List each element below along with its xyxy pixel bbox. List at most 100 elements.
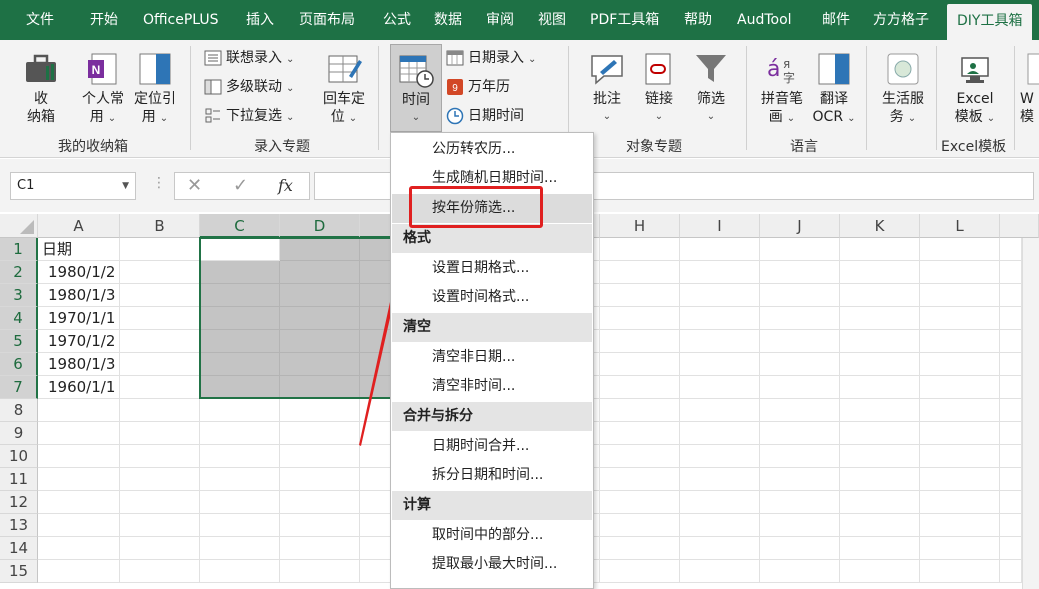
menu-item-clear-nondate[interactable]: 清空非日期...: [392, 343, 592, 372]
link-button[interactable]: 链接 ⌄: [636, 50, 682, 126]
cell[interactable]: [680, 491, 760, 514]
cell[interactable]: [600, 422, 680, 445]
cell[interactable]: [840, 560, 920, 583]
cell[interactable]: [280, 238, 360, 261]
cell[interactable]: [200, 514, 280, 537]
cell[interactable]: [1000, 353, 1022, 376]
annotate-button[interactable]: 批注 ⌄: [584, 50, 630, 126]
cell[interactable]: [280, 399, 360, 422]
cell[interactable]: [600, 537, 680, 560]
cut-off-ribbon-button[interactable]: W 模: [1020, 50, 1039, 126]
cell[interactable]: [920, 514, 1000, 537]
menu-item-lunar[interactable]: 公历转农历...: [392, 135, 592, 164]
cell[interactable]: [200, 491, 280, 514]
cell[interactable]: [760, 307, 840, 330]
cell[interactable]: [840, 468, 920, 491]
cell[interactable]: [280, 353, 360, 376]
cell[interactable]: [600, 330, 680, 353]
row-header[interactable]: 9: [0, 422, 38, 445]
cell[interactable]: 1980/1/3: [38, 284, 120, 307]
menu-item-merge-datetime[interactable]: 日期时间合并...: [392, 432, 592, 461]
cell[interactable]: [920, 238, 1000, 261]
cell[interactable]: [200, 422, 280, 445]
cell[interactable]: [120, 238, 200, 261]
cell[interactable]: [120, 353, 200, 376]
cell[interactable]: [1000, 537, 1022, 560]
cell[interactable]: [38, 537, 120, 560]
cell[interactable]: [680, 284, 760, 307]
cell[interactable]: [120, 537, 200, 560]
cell[interactable]: [200, 399, 280, 422]
row-header[interactable]: 12: [0, 491, 38, 514]
cell[interactable]: [1000, 445, 1022, 468]
assoc-input-button[interactable]: 联想录入 ⌄: [204, 46, 294, 70]
cell[interactable]: [600, 284, 680, 307]
cell[interactable]: [840, 353, 920, 376]
cell[interactable]: [120, 376, 200, 399]
tab-pdf-toolbox[interactable]: PDF工具箱: [590, 0, 659, 40]
cell[interactable]: [600, 399, 680, 422]
column-header-a[interactable]: A: [38, 214, 120, 238]
cell[interactable]: [1000, 238, 1022, 261]
cell[interactable]: [38, 422, 120, 445]
date-input-button[interactable]: 日期录入 ⌄: [446, 46, 536, 70]
column-header-j[interactable]: J: [760, 214, 840, 238]
row-header[interactable]: 14: [0, 537, 38, 560]
cell[interactable]: [840, 445, 920, 468]
cell[interactable]: [760, 353, 840, 376]
cell[interactable]: [280, 560, 360, 583]
cell[interactable]: [840, 307, 920, 330]
cell[interactable]: [280, 491, 360, 514]
cell[interactable]: [680, 399, 760, 422]
translate-button[interactable]: 翻译 OCR ⌄: [808, 50, 860, 128]
tab-file[interactable]: 文件: [26, 0, 54, 40]
row-header[interactable]: 11: [0, 468, 38, 491]
cell[interactable]: [280, 445, 360, 468]
cell[interactable]: [38, 491, 120, 514]
tab-page-layout[interactable]: 页面布局: [299, 0, 355, 40]
cell[interactable]: 1970/1/1: [38, 307, 120, 330]
cell[interactable]: [200, 353, 280, 376]
cell[interactable]: [38, 514, 120, 537]
pinyin-button[interactable]: áя字 拼音笔 画 ⌄: [756, 50, 808, 128]
cell[interactable]: [120, 284, 200, 307]
cell[interactable]: [120, 307, 200, 330]
cell[interactable]: [760, 238, 840, 261]
cell[interactable]: [280, 284, 360, 307]
cell[interactable]: [680, 468, 760, 491]
cell[interactable]: [760, 422, 840, 445]
cell[interactable]: [920, 537, 1000, 560]
menu-item-set-time-format[interactable]: 设置时间格式...: [392, 283, 592, 312]
cell[interactable]: [600, 353, 680, 376]
cell[interactable]: [920, 399, 1000, 422]
cell[interactable]: 日期: [38, 238, 120, 261]
cell[interactable]: [760, 376, 840, 399]
row-header[interactable]: 5: [0, 330, 38, 353]
cell[interactable]: [280, 330, 360, 353]
tab-formulas[interactable]: 公式: [383, 0, 411, 40]
cell[interactable]: [38, 445, 120, 468]
cell[interactable]: [200, 537, 280, 560]
cell[interactable]: [120, 514, 200, 537]
menu-item-clear-nontime[interactable]: 清空非时间...: [392, 372, 592, 401]
cell[interactable]: [600, 468, 680, 491]
row-header[interactable]: 8: [0, 399, 38, 422]
tab-fangfanggezi[interactable]: 方方格子: [873, 0, 929, 40]
cell[interactable]: [840, 330, 920, 353]
cell[interactable]: [38, 399, 120, 422]
excel-template-button[interactable]: Excel 模板 ⌄: [946, 50, 1004, 128]
cell[interactable]: [840, 422, 920, 445]
cell[interactable]: [840, 514, 920, 537]
locate-button[interactable]: 定位引 用 ⌄: [130, 50, 180, 128]
tab-insert[interactable]: 插入: [246, 0, 274, 40]
cell[interactable]: [760, 399, 840, 422]
cell[interactable]: 1980/1/3: [38, 353, 120, 376]
confirm-icon[interactable]: ✓: [233, 175, 248, 196]
cell[interactable]: 1960/1/1: [38, 376, 120, 399]
cell[interactable]: [280, 468, 360, 491]
cell[interactable]: [680, 514, 760, 537]
cell[interactable]: [1000, 491, 1022, 514]
cell[interactable]: [840, 261, 920, 284]
row-header[interactable]: 6: [0, 353, 38, 376]
row-header[interactable]: 2: [0, 261, 38, 284]
